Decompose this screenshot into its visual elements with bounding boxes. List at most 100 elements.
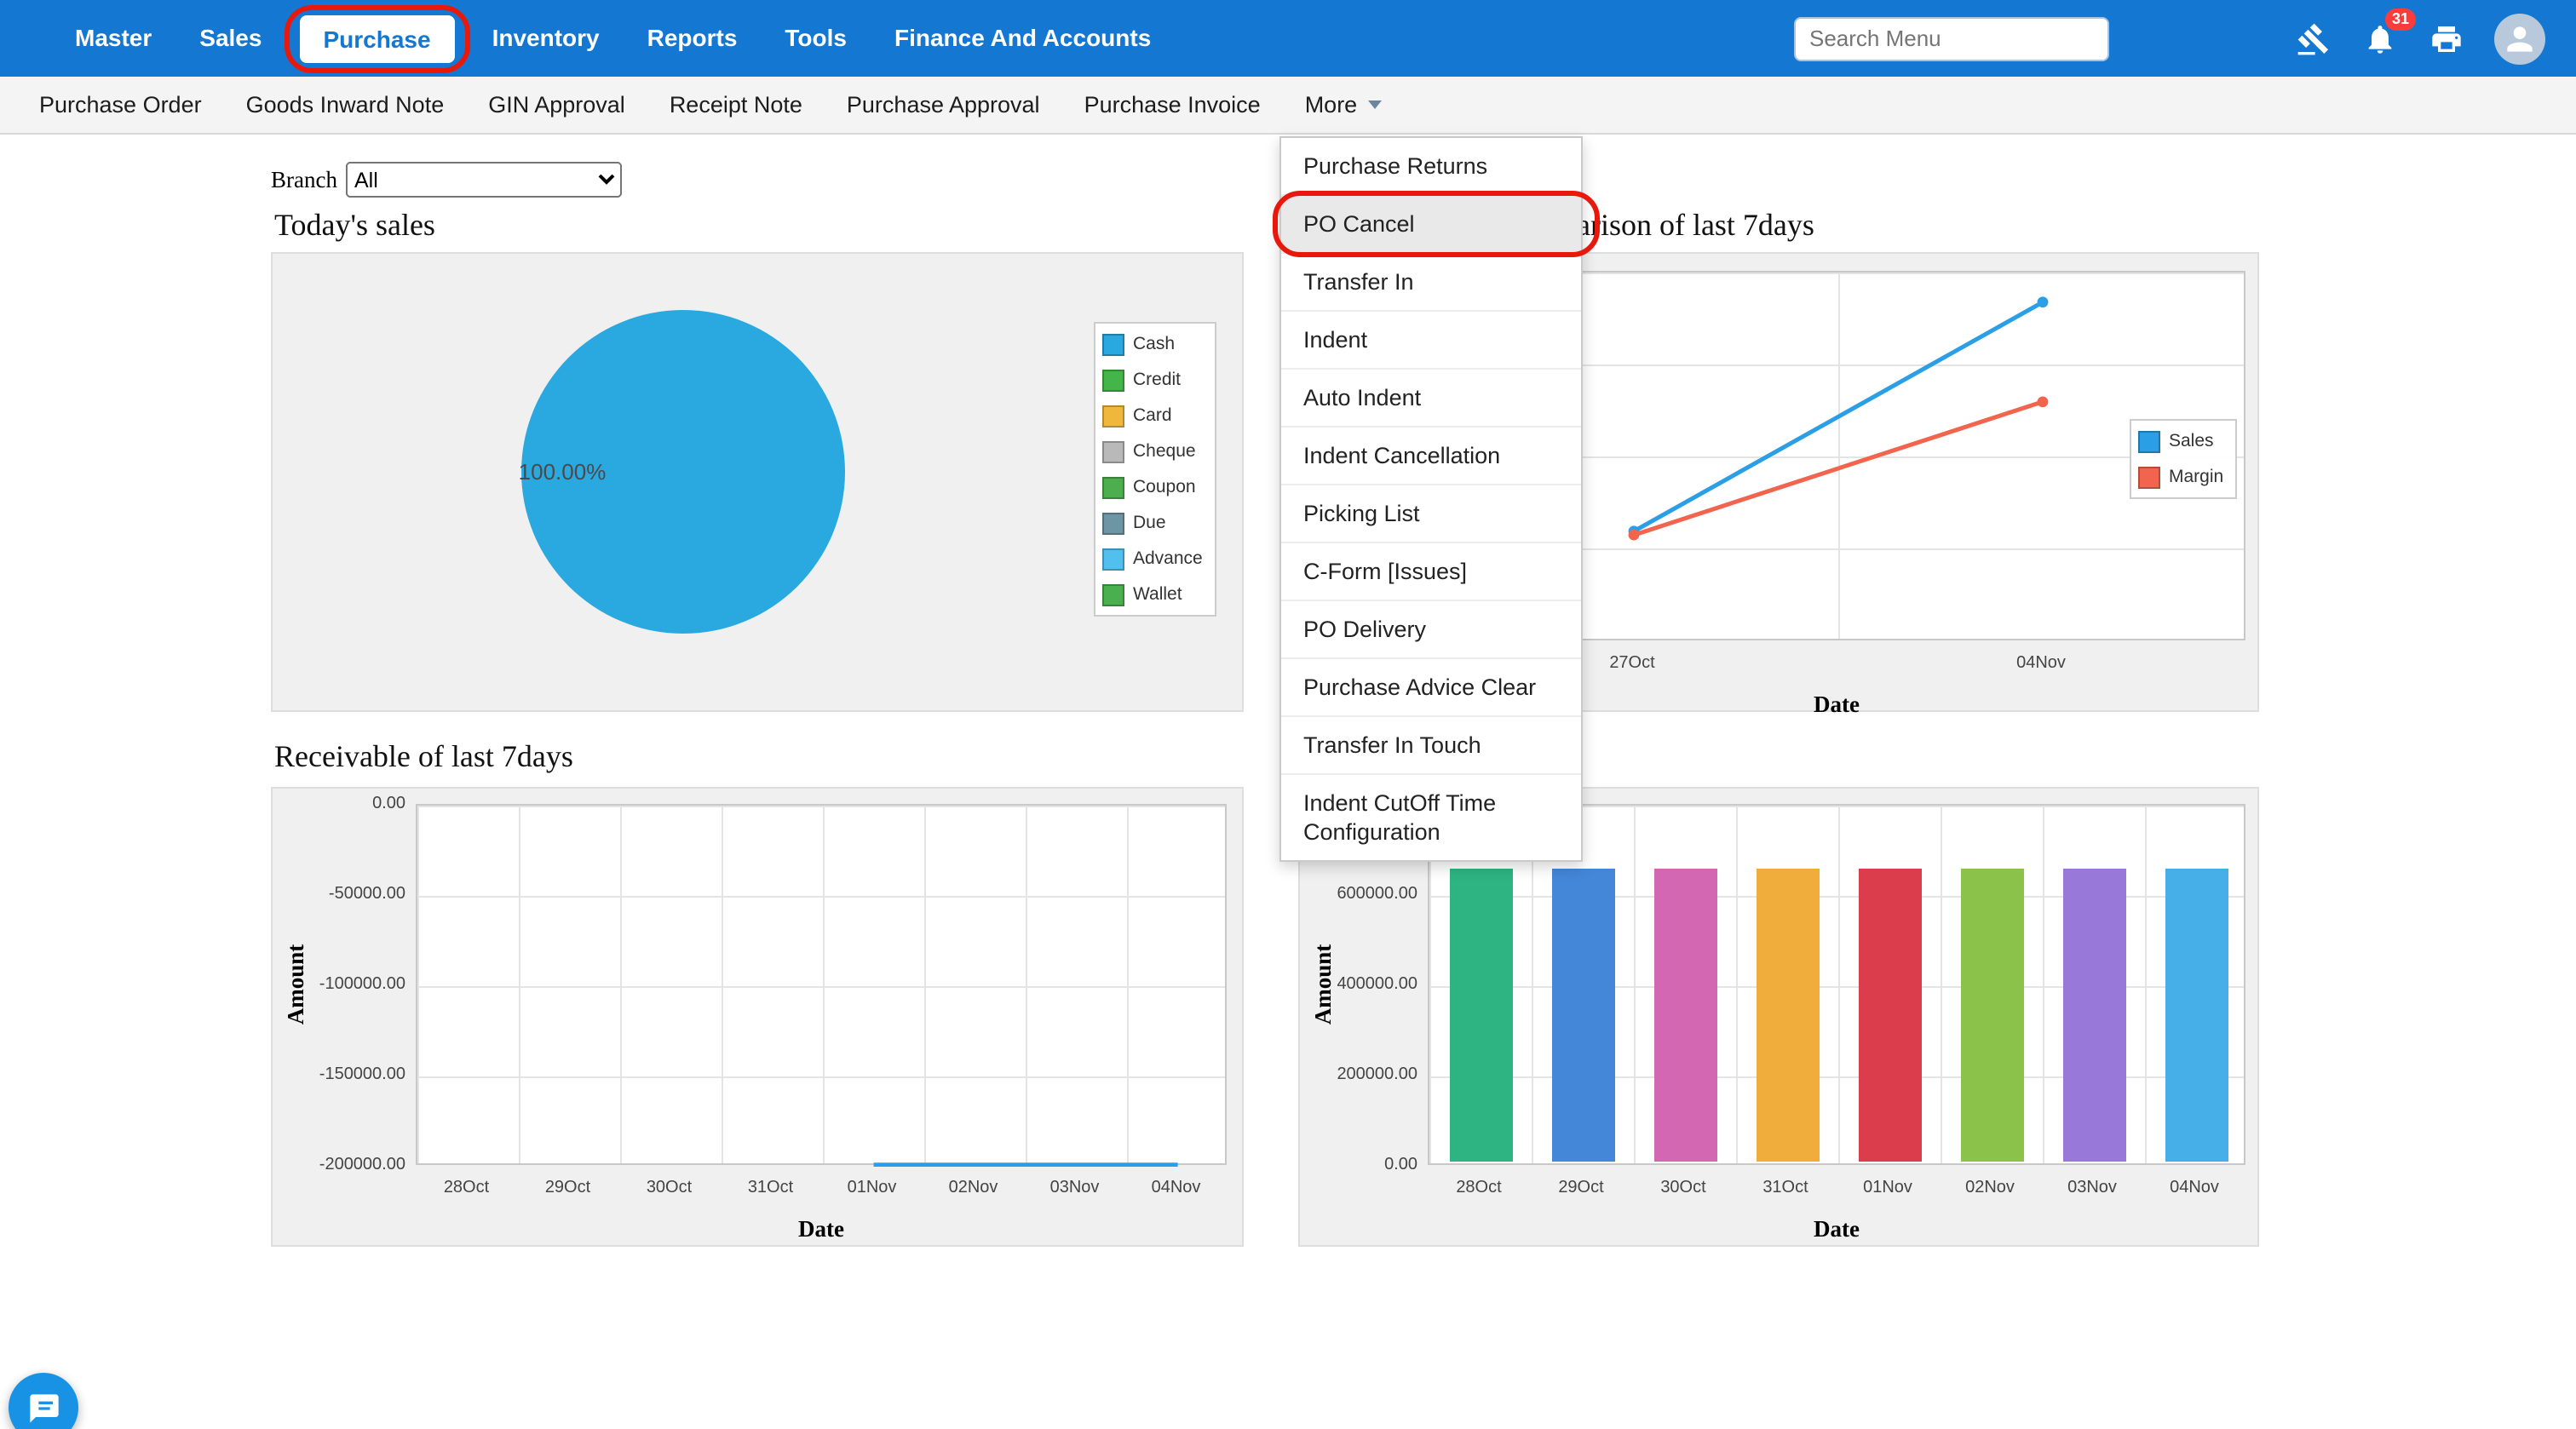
menu-item-auto-indent[interactable]: Auto Indent (1281, 370, 1581, 428)
legend-item-advance: Advance (1102, 545, 1203, 572)
x-tick-30oct: 30Oct (1660, 1179, 1705, 1197)
menu-item-purchase-advice-clear[interactable]: Purchase Advice Clear (1281, 659, 1581, 717)
legend-item-coupon: Coupon (1102, 473, 1203, 501)
app-viewport: Master Sales Purchase Inventory Reports … (0, 0, 2576, 1429)
bar-28oct (1449, 869, 1512, 1162)
legend-label: Margin (2169, 467, 2223, 487)
legend-label: Credit (1133, 370, 1181, 390)
menu-item-indent-cutoff-time-configuration[interactable]: Indent CutOff Time Configuration (1281, 775, 1581, 860)
legend-swatch-cheque (1102, 440, 1124, 462)
x-tick-30oct: 30Oct (647, 1179, 692, 1197)
x-tick-01nov: 01Nov (848, 1179, 897, 1197)
bar-03nov (2062, 869, 2125, 1162)
x-axis-label: Date (1814, 1216, 1860, 1243)
x-axis-label: Date (798, 1216, 844, 1243)
left-column: Today's sales 100.00% CashCreditCardCheq… (271, 208, 1244, 1281)
legend-label: Coupon (1133, 477, 1196, 497)
bar-31oct (1756, 869, 1819, 1162)
subnav-more-label: More (1305, 76, 1358, 134)
chat-icon (26, 1391, 60, 1425)
subnav-gin-approval[interactable]: GIN Approval (466, 76, 647, 134)
menu-item-po-cancel[interactable]: PO Cancel (1281, 196, 1581, 254)
legend-swatch-credit (1102, 369, 1124, 391)
chevron-down-icon (1367, 100, 1381, 109)
menu-item-purchase-returns[interactable]: Purchase Returns (1281, 138, 1581, 196)
legend-label: Cheque (1133, 441, 1196, 462)
legend-item-wallet: Wallet (1102, 581, 1203, 608)
bar-01nov (1858, 869, 1921, 1162)
nav-master[interactable]: Master (51, 0, 175, 77)
x-tick-29oct: 29Oct (1558, 1179, 1603, 1197)
purchase-sub-navigation: Purchase Order Goods Inward Note GIN App… (0, 77, 2576, 135)
receivable-series-layer (417, 806, 1228, 1167)
nav-finance-and-accounts[interactable]: Finance And Accounts (871, 0, 1175, 77)
branch-filter-row: Branch All (271, 162, 622, 198)
subnav-more[interactable]: More (1283, 76, 1404, 134)
legend-label: Card (1133, 405, 1172, 426)
bell-icon[interactable]: 31 (2361, 20, 2399, 57)
menu-item-transfer-in-touch[interactable]: Transfer In Touch (1281, 717, 1581, 775)
x-tick-02nov: 02Nov (949, 1179, 998, 1197)
receivable-panel: 28Oct29Oct30Oct31Oct01Nov02Nov03Nov04Nov… (271, 787, 1244, 1247)
more-dropdown-menu: Purchase ReturnsPO CancelTransfer InInde… (1279, 136, 1583, 862)
nav-tools[interactable]: Tools (761, 0, 871, 77)
x-tick-04nov: 04Nov (1152, 1179, 1201, 1197)
x-tick-27oct: 27Oct (1609, 654, 1654, 673)
subnav-purchase-invoice[interactable]: Purchase Invoice (1062, 76, 1283, 134)
pie-slice-label: 100.00% (519, 459, 607, 485)
legend-item-margin: Margin (2138, 463, 2223, 491)
line-chart-legend: Sales Margin (2130, 419, 2237, 499)
menu-item-picking-list[interactable]: Picking List (1281, 485, 1581, 543)
chat-widget-button[interactable] (9, 1373, 78, 1429)
bar-04nov (2165, 869, 2228, 1162)
avatar[interactable] (2494, 13, 2545, 64)
y-tick-label: -150000.00 (273, 1065, 405, 1084)
branch-label: Branch (271, 166, 337, 193)
today-sales-title: Today's sales (274, 208, 435, 244)
legend-swatch-advance (1102, 548, 1124, 570)
legend-label: Sales (2169, 431, 2214, 451)
nav-inventory[interactable]: Inventory (469, 0, 624, 77)
legend-label: Wallet (1133, 584, 1182, 605)
notification-badge: 31 (2385, 8, 2416, 30)
topnav-right-tools: 31 (1794, 13, 2545, 64)
nav-sales[interactable]: Sales (175, 0, 285, 77)
nav-reports[interactable]: Reports (624, 0, 762, 77)
y-axis-label: Amount (1310, 944, 1337, 1025)
pie-legend: CashCreditCardChequeCouponDueAdvanceWall… (1094, 322, 1216, 617)
branch-select[interactable]: All (346, 162, 622, 198)
x-axis-label: Date (1814, 692, 1860, 719)
subnav-purchase-approval[interactable]: Purchase Approval (825, 76, 1062, 134)
legend-label: Due (1133, 513, 1166, 533)
x-tick-02nov: 02Nov (1965, 1179, 2015, 1197)
bar-29oct (1551, 869, 1614, 1162)
legend-swatch-coupon (1102, 476, 1124, 498)
printer-icon[interactable] (2428, 20, 2465, 57)
gavel-icon[interactable] (2295, 20, 2332, 57)
x-tick-31oct: 31Oct (748, 1179, 793, 1197)
legend-swatch-sales (2138, 430, 2160, 452)
receivable-title: Receivable of last 7days (274, 739, 573, 775)
x-tick-01nov: 01Nov (1863, 1179, 1912, 1197)
y-tick-label: 0.00 (273, 795, 405, 813)
x-tick-03nov: 03Nov (1050, 1179, 1100, 1197)
menu-item-po-delivery[interactable]: PO Delivery (1281, 601, 1581, 659)
legend-item-due: Due (1102, 509, 1203, 537)
search-input[interactable] (1794, 16, 2109, 60)
nav-purchase[interactable]: Purchase (299, 14, 454, 62)
subnav-purchase-order[interactable]: Purchase Order (17, 76, 224, 134)
x-tick-04nov: 04Nov (2170, 1179, 2219, 1197)
bar-02nov (1960, 869, 2023, 1162)
y-tick-label: 0.00 (1300, 1156, 1417, 1174)
x-tick-28oct: 28Oct (1456, 1179, 1501, 1197)
subnav-goods-inward-note[interactable]: Goods Inward Note (224, 76, 467, 134)
legend-swatch-card (1102, 405, 1124, 427)
legend-item-sales: Sales (2138, 428, 2223, 455)
x-tick-31oct: 31Oct (1762, 1179, 1808, 1197)
menu-item-transfer-in[interactable]: Transfer In (1281, 254, 1581, 312)
menu-item-indent[interactable]: Indent (1281, 312, 1581, 370)
menu-item-indent-cancellation[interactable]: Indent Cancellation (1281, 428, 1581, 485)
subnav-receipt-note[interactable]: Receipt Note (647, 76, 825, 134)
y-tick-label: -200000.00 (273, 1156, 405, 1174)
menu-item-c-form-issues[interactable]: C-Form [Issues] (1281, 543, 1581, 601)
